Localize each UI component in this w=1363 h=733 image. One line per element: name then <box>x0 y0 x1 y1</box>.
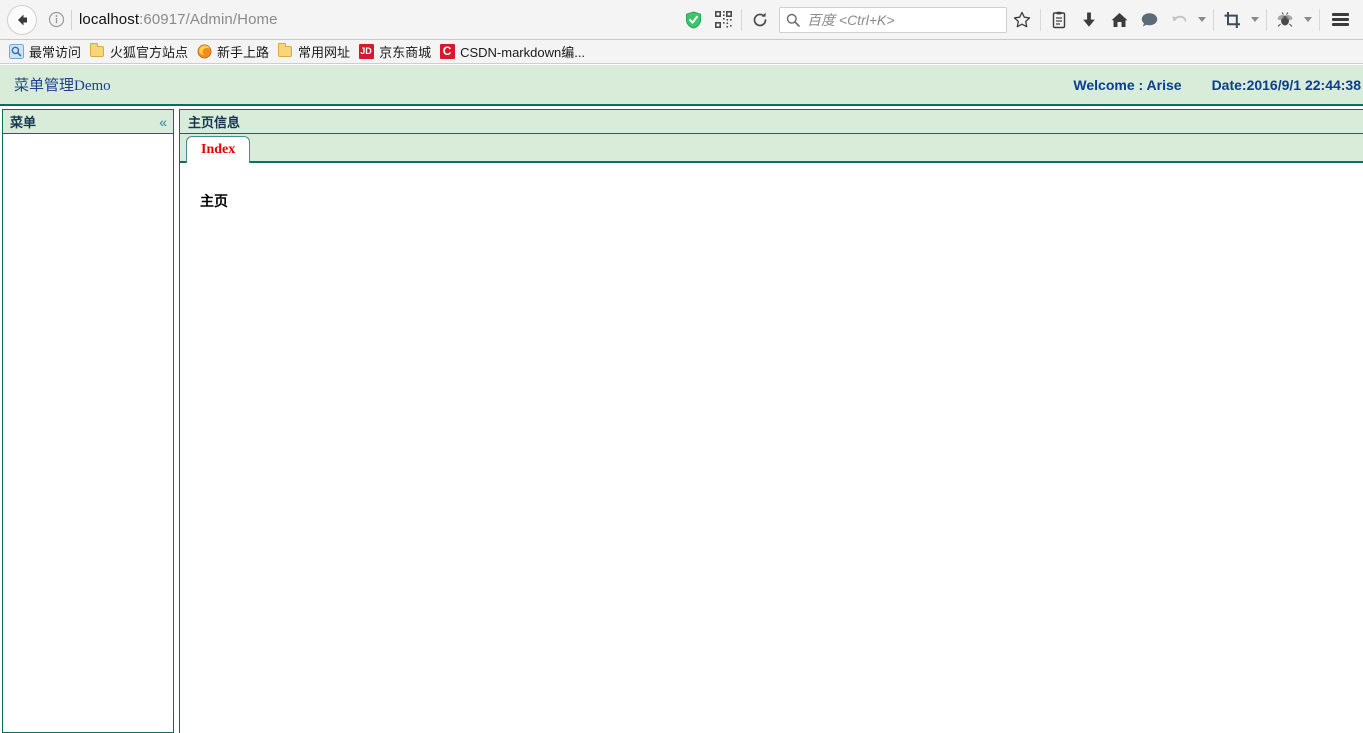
jd-icon: JD <box>358 44 374 60</box>
search-icon <box>786 13 800 27</box>
crop-icon[interactable] <box>1217 5 1247 35</box>
bookmark-label: 新手上路 <box>217 45 270 60</box>
crop-dropdown-arrow-icon[interactable] <box>1247 5 1263 35</box>
qr-code-icon[interactable] <box>708 5 738 35</box>
collapse-chevron-icon[interactable]: « <box>159 115 167 129</box>
toolbar-divider-5 <box>1319 8 1320 31</box>
bookmark-label: 火狐官方站点 <box>110 45 189 60</box>
folder-icon <box>277 43 293 60</box>
csdn-icon: C <box>439 44 455 60</box>
tab-label: Index <box>201 142 236 157</box>
tab-strip: Index <box>180 134 1363 163</box>
app-header-right: Welcome : Arise Date:2016/9/1 22:44:38 <box>1073 77 1363 93</box>
bookmark-item[interactable]: 常用网址 <box>275 42 356 62</box>
download-arrow-icon[interactable] <box>1074 5 1104 35</box>
toolbar-divider-1 <box>741 8 742 31</box>
toolbar-divider-2 <box>1040 8 1041 31</box>
app-header: 菜单管理Demo Welcome : Arise Date:2016/9/1 2… <box>0 65 1363 106</box>
undo-arrow-icon[interactable] <box>1164 5 1194 35</box>
folder-icon <box>89 43 105 60</box>
shield-check-icon[interactable] <box>678 5 708 35</box>
bookmark-item[interactable]: JD 京东商城 <box>356 42 437 62</box>
content-panel: 主页信息 Index 主页 <box>179 109 1363 733</box>
star-icon[interactable] <box>1007 5 1037 35</box>
home-icon[interactable] <box>1104 5 1134 35</box>
bookmark-item[interactable]: 最常访问 <box>6 42 87 62</box>
page-title: 菜单管理Demo <box>14 78 111 94</box>
bookmark-label: 京东商城 <box>379 45 432 60</box>
info-circle-icon[interactable] <box>43 5 69 35</box>
library-icon[interactable] <box>1044 5 1074 35</box>
toolbar-divider-4 <box>1266 8 1267 31</box>
menu-panel: 菜单 « <box>2 109 174 733</box>
tab-content-panel: 主页 <box>180 163 1363 733</box>
content-panel-title: 主页信息 <box>188 115 241 130</box>
firefox-icon <box>196 44 212 60</box>
toolbar-divider-3 <box>1213 8 1214 31</box>
url-display[interactable]: localhost:60917/Admin/Home <box>79 11 278 28</box>
url-path: :60917/Admin/Home <box>139 11 278 28</box>
chat-bubble-icon[interactable] <box>1134 5 1164 35</box>
undo-dropdown-arrow-icon[interactable] <box>1194 5 1210 35</box>
back-arrow-icon <box>18 14 27 25</box>
date-label: Date:2016/9/1 22:44:38 <box>1211 76 1361 93</box>
bookmark-label: CSDN-markdown编... <box>460 45 586 60</box>
welcome-label: Welcome : Arise <box>1073 76 1182 93</box>
bookmark-item[interactable]: 新手上路 <box>194 42 275 62</box>
bookmark-item[interactable]: C CSDN-markdown编... <box>437 42 591 62</box>
back-button[interactable] <box>7 4 37 35</box>
hamburger-menu-icon[interactable] <box>1323 5 1357 35</box>
menu-tree[interactable] <box>3 134 173 732</box>
menu-panel-header: 菜单 « <box>3 110 173 134</box>
urlbar-divider <box>71 9 72 30</box>
menu-panel-title: 菜单 <box>10 115 37 130</box>
bookmark-label: 常用网址 <box>298 45 351 60</box>
bookmark-label: 最常访问 <box>29 45 82 60</box>
bookmark-item[interactable]: 火狐官方站点 <box>87 42 194 62</box>
bug-dropdown-arrow-icon[interactable] <box>1300 5 1316 35</box>
tab-index[interactable]: Index <box>186 136 251 163</box>
search-input[interactable]: 百度 <Ctrl+K> <box>779 6 1007 33</box>
reload-icon[interactable] <box>745 5 775 35</box>
search-placeholder: 百度 <Ctrl+K> <box>807 11 895 28</box>
bookmarks-bar: 最常访问 火狐官方站点 新手上路 常用网址 JD 京东商城 C CSDN-mar… <box>0 40 1363 64</box>
browser-toolbar: localhost:60917/Admin/Home 百度 <Ctrl+K> <box>0 0 1363 40</box>
bug-icon[interactable] <box>1270 5 1300 35</box>
application-page: 菜单管理Demo Welcome : Arise Date:2016/9/1 2… <box>0 65 1363 733</box>
most-visited-icon <box>8 44 24 60</box>
url-host: localhost <box>79 11 140 28</box>
content-panel-header: 主页信息 <box>180 110 1363 134</box>
content-body-text: 主页 <box>200 193 228 209</box>
